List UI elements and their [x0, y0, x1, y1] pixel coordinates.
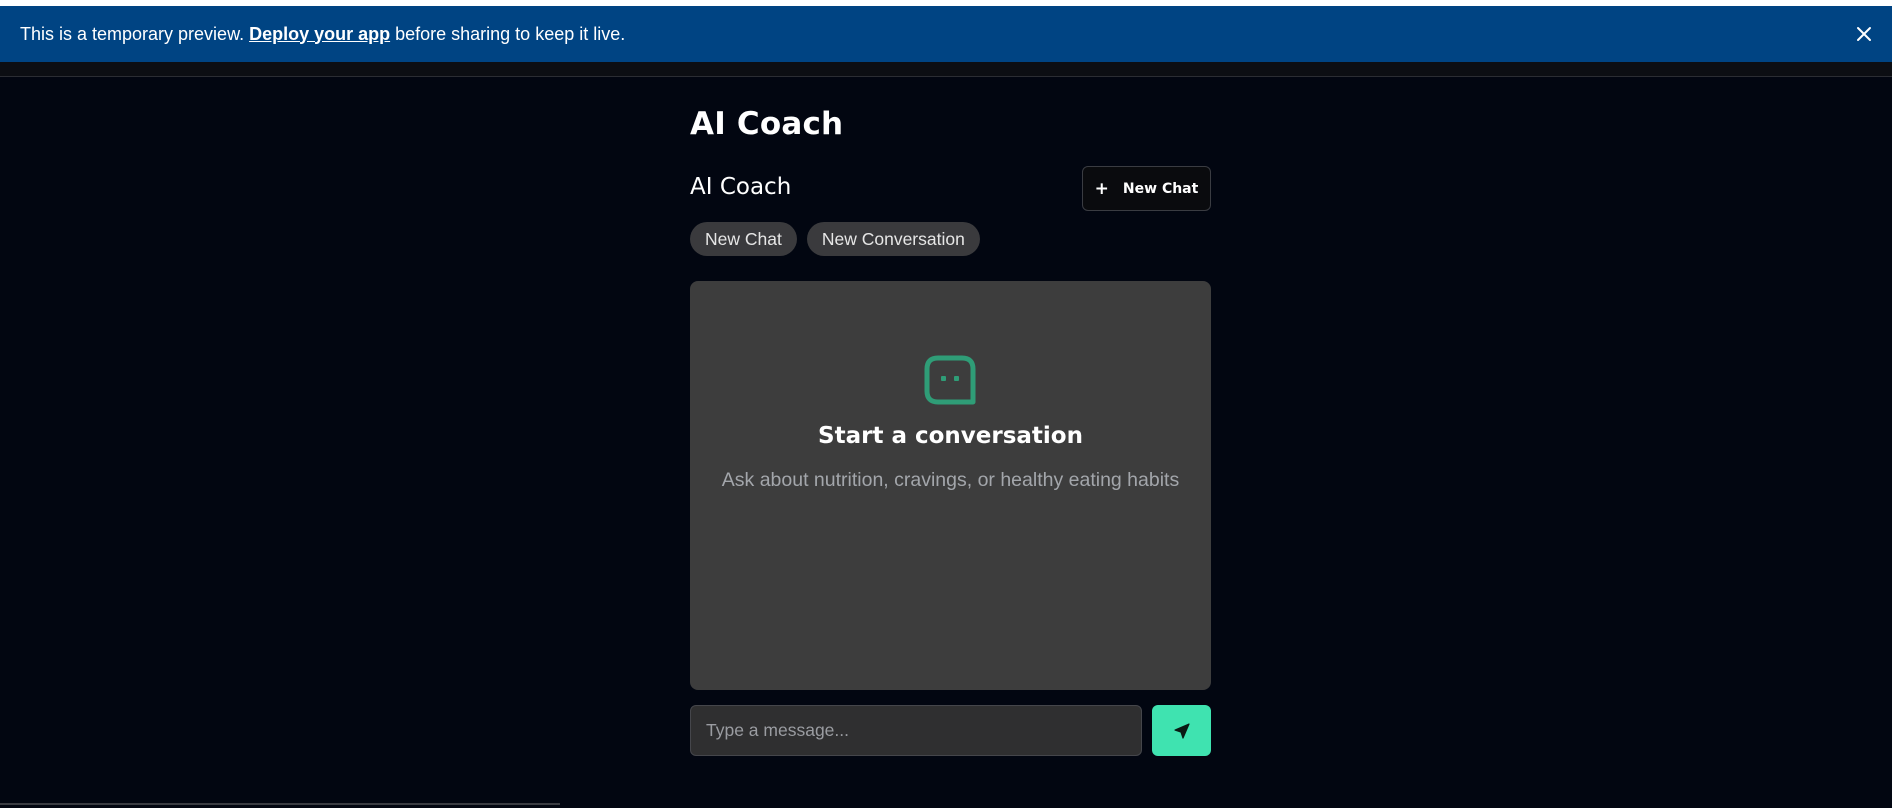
bottom-divider [0, 803, 560, 805]
page-title: AI Coach [690, 106, 844, 142]
preview-banner: This is a temporary preview. Deploy your… [0, 6, 1892, 62]
chat-bubble-icon [924, 355, 976, 405]
chat-messages-panel: Start a conversation Ask about nutrition… [690, 281, 1211, 690]
chip-new-chat[interactable]: New Chat [690, 222, 797, 256]
message-input[interactable] [690, 705, 1142, 756]
send-button[interactable] [1152, 705, 1211, 756]
empty-state-subtitle: Ask about nutrition, cravings, or health… [721, 469, 1180, 491]
plus-icon: + [1094, 178, 1109, 199]
new-chat-button[interactable]: + New Chat [1082, 166, 1211, 211]
banner-text-after: before sharing to keep it live. [395, 23, 626, 44]
empty-state-title: Start a conversation [818, 423, 1083, 449]
send-icon [1173, 722, 1190, 739]
banner-close-button[interactable] [1850, 20, 1878, 48]
banner-text-before: This is a temporary preview. [20, 23, 245, 44]
coach-section-title: AI Coach [690, 174, 792, 200]
deploy-app-link[interactable]: Deploy your app [249, 24, 390, 45]
app-header-bar [0, 62, 1892, 77]
chip-new-conversation[interactable]: New Conversation [806, 222, 980, 256]
conversation-chips: New Chat New Conversation [690, 222, 980, 256]
new-chat-button-label: New Chat [1122, 180, 1199, 197]
close-icon [1857, 27, 1871, 41]
